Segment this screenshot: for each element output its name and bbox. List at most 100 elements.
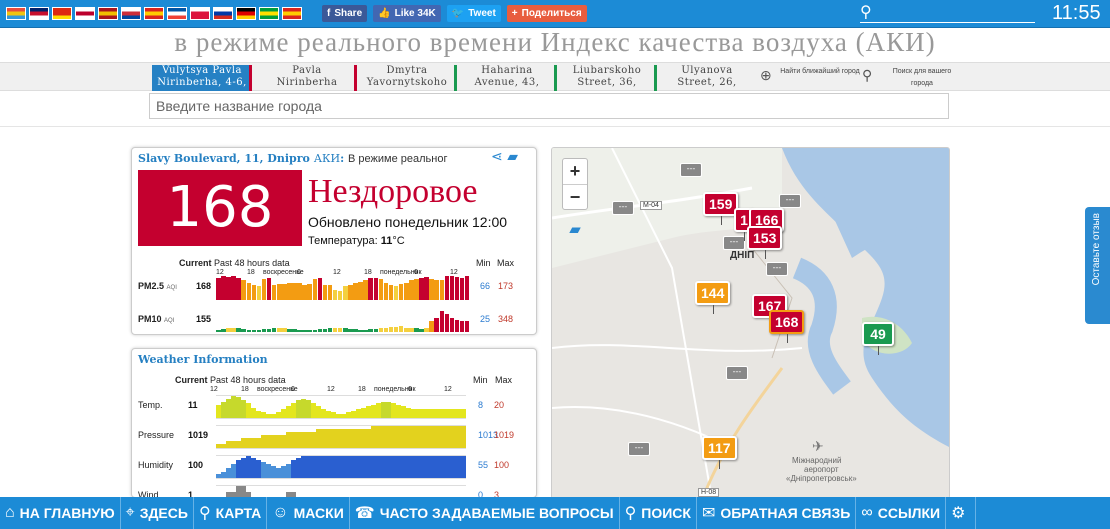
- history-bar: [391, 403, 396, 418]
- links-icon: ∞: [861, 504, 873, 521]
- history-bar: [436, 426, 441, 448]
- feedback-tab[interactable]: Оставьте отзыв: [1085, 207, 1110, 324]
- china-flag-icon[interactable]: [52, 7, 72, 20]
- twitter-tweet-button[interactable]: 🐦 Tweet: [446, 5, 501, 22]
- history-bar: [373, 329, 379, 332]
- history-bar: [297, 330, 302, 332]
- history-bar: [406, 408, 411, 418]
- history-bar: [326, 456, 331, 478]
- nav-search-button[interactable]: ⚲ ПОИСК: [620, 497, 697, 529]
- nav-feedback-button[interactable]: ✉ ОБРАТНАЯ СВЯЗЬ: [697, 497, 857, 529]
- station-tab-2[interactable]: Pavla Nirinberha: [257, 65, 357, 91]
- history-bar: [216, 278, 221, 300]
- map-aqi-marker-117[interactable]: 117: [702, 436, 737, 469]
- history-bar: [451, 426, 456, 448]
- map-station-pin[interactable]: ---: [766, 262, 788, 276]
- find-nearest-city-button[interactable]: ⊕ Найти ближайший город: [760, 65, 860, 91]
- history-bar: [231, 396, 236, 418]
- aqi-card-header: Slavy Boulevard, 11, Dnipro АКИ: В режим…: [138, 152, 448, 165]
- nav-faq-button[interactable]: ☎ ЧАСТО ЗАДАВАЕМЫЕ ВОПРОСЫ: [350, 497, 620, 529]
- map-station-pin[interactable]: ---: [726, 366, 748, 380]
- history-bar: [231, 464, 236, 478]
- rainbow-flag-icon[interactable]: [6, 7, 26, 20]
- history-bar: [256, 460, 261, 478]
- station-name-link[interactable]: Slavy Boulevard, 11, Dnipro: [138, 152, 310, 165]
- map-aqi-marker-153[interactable]: 153: [747, 226, 783, 259]
- history-bar: [353, 329, 358, 332]
- station-tab-1[interactable]: Vulytsya Pavla Nirinberha, 4-6,: [152, 65, 252, 91]
- korea-flag-icon[interactable]: [121, 7, 141, 20]
- history-bar: [444, 276, 450, 300]
- nav-map-button[interactable]: ⚲ КАРТА: [194, 497, 268, 529]
- nav-masks-button[interactable]: ☺ МАСКИ: [267, 497, 350, 529]
- map-station-pin[interactable]: ---: [723, 236, 745, 250]
- history-bar: [421, 456, 426, 478]
- history-bar: [391, 456, 396, 478]
- nav-links-label: ССЫЛКИ: [877, 505, 941, 521]
- tick-label: 12: [444, 386, 452, 393]
- history-bar: [266, 435, 271, 448]
- tick-label: 12: [327, 386, 335, 393]
- japan-flag-icon[interactable]: [75, 7, 95, 20]
- history-bar: [441, 409, 446, 418]
- weather-row-bars: [216, 425, 466, 449]
- search-your-city-button[interactable]: ⚲ Поиск для вашего города: [862, 65, 962, 91]
- nav-home-button[interactable]: ⌂ НА ГЛАВНУЮ: [0, 497, 121, 529]
- city-search-input[interactable]: [149, 93, 949, 119]
- share-icon[interactable]: ⋖: [491, 149, 503, 165]
- station-tab-3[interactable]: Dmytra Yavornytskoho: [357, 65, 457, 91]
- history-bar: [419, 329, 424, 332]
- germany-flag-icon[interactable]: [236, 7, 256, 20]
- nav-here-button[interactable]: ⌖ ЗДЕСЬ: [121, 497, 194, 529]
- map-aqi-marker-144[interactable]: 144: [695, 281, 731, 314]
- history-bar: [376, 403, 381, 418]
- brazil-flag-icon[interactable]: [259, 7, 279, 20]
- aqi-map[interactable]: M-04 H-08 ДНІП Міжнародний аеропорт «Дні…: [551, 147, 950, 499]
- history-bar: [441, 456, 446, 478]
- uk-flag-icon[interactable]: [29, 7, 49, 20]
- map-layers-icon[interactable]: ▰: [562, 220, 588, 244]
- history-bar: [406, 426, 411, 448]
- share-plus-button[interactable]: + Поделиться: [506, 5, 587, 22]
- station-tab-5[interactable]: Liubarskoho Street, 36,: [557, 65, 657, 91]
- map-aqi-marker-49[interactable]: 49: [862, 322, 894, 355]
- station-tab-4[interactable]: Haharina Avenue, 43,: [457, 65, 557, 91]
- history-bar: [421, 409, 426, 418]
- france-flag-icon[interactable]: [167, 7, 187, 20]
- tick-label: 18: [241, 386, 249, 393]
- vietnam-flag-icon[interactable]: [282, 7, 302, 20]
- pm10-max: 348: [498, 314, 514, 324]
- nav-links-button[interactable]: ∞ ССЫЛКИ: [856, 497, 947, 529]
- history-bar: [302, 285, 307, 300]
- history-bar: [419, 278, 424, 300]
- facebook-like-label: Like 34K: [394, 8, 436, 19]
- airport-label-line1: Міжнародний: [792, 456, 842, 465]
- history-bar: [343, 286, 348, 300]
- zoom-in-button[interactable]: +: [563, 159, 587, 184]
- language-flags: [6, 7, 302, 20]
- facebook-like-button[interactable]: 👍 Like 34K: [373, 5, 441, 22]
- poland-flag-icon[interactable]: [190, 7, 210, 20]
- vietnam-flag-alt-icon[interactable]: [144, 7, 164, 20]
- map-station-pin[interactable]: ---: [628, 442, 650, 456]
- station-tab-6[interactable]: Ulyanova Street, 26,: [657, 65, 757, 91]
- map-aqi-marker-168[interactable]: 168: [769, 310, 805, 343]
- history-bar: [376, 456, 381, 478]
- map-station-pin[interactable]: ---: [680, 163, 702, 177]
- nav-settings-button[interactable]: ⚙: [946, 497, 977, 529]
- zoom-out-button[interactable]: −: [563, 184, 587, 209]
- history-bar: [363, 330, 368, 332]
- spain-flag-icon[interactable]: [98, 7, 118, 20]
- facebook-share-button[interactable]: f Share: [322, 5, 368, 22]
- russia-flag-icon[interactable]: [213, 7, 233, 20]
- weather-row-label: Humidity: [138, 460, 174, 470]
- topbar-search-input[interactable]: ⚲: [860, 2, 1035, 23]
- nav-faq-label: ЧАСТО ЗАДАВАЕМЫЕ ВОПРОСЫ: [379, 505, 614, 521]
- map-station-pin[interactable]: ---: [612, 201, 634, 215]
- history-bar: [312, 279, 318, 300]
- history-bar: [434, 280, 439, 300]
- map-station-pin[interactable]: ---: [779, 194, 801, 208]
- history-bar: [226, 399, 231, 418]
- history-bar: [331, 429, 336, 448]
- widget-icon[interactable]: ▰: [507, 149, 518, 165]
